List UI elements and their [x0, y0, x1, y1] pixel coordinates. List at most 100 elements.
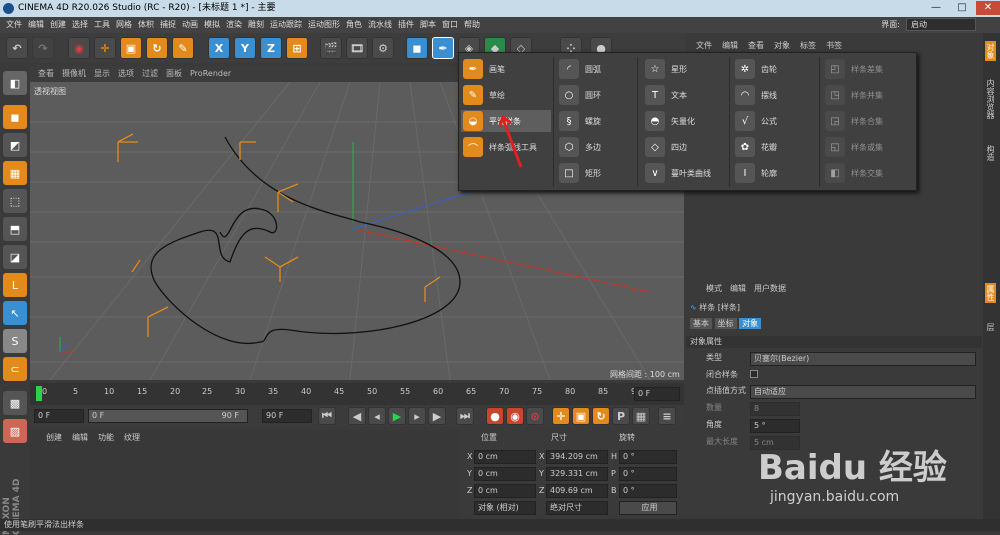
- size-y-field[interactable]: 329.331 cm: [546, 467, 608, 481]
- make-editable-icon[interactable]: ◧: [3, 71, 27, 95]
- minimize-button[interactable]: —: [924, 1, 948, 15]
- viewport-menu-prorender[interactable]: ProRender: [190, 69, 231, 78]
- viewport-menu-panel[interactable]: 面板: [166, 69, 182, 78]
- position-key-icon[interactable]: ✛: [552, 407, 570, 425]
- size-mode-select[interactable]: 绝对尺寸: [546, 501, 608, 515]
- menu-pipeline[interactable]: 流水线: [368, 20, 392, 29]
- magnet-icon[interactable]: ⊂: [3, 357, 27, 381]
- rotate-icon[interactable]: ↻: [146, 37, 168, 59]
- scale-key-icon[interactable]: ▣: [572, 407, 590, 425]
- menu-window[interactable]: 窗口: [442, 20, 458, 29]
- popup-spline-intersect[interactable]: ◧ 样条交集: [825, 162, 883, 184]
- model-mode-icon[interactable]: ◼: [3, 105, 27, 129]
- param-key-icon[interactable]: P: [612, 407, 630, 425]
- object-menu-file[interactable]: 文件: [696, 41, 712, 50]
- interpolation-select[interactable]: 自动适应: [750, 385, 976, 399]
- planar-workplane-icon[interactable]: ▨: [3, 419, 27, 443]
- popup-pen[interactable]: ✒ 画笔: [463, 58, 505, 80]
- popup-profile[interactable]: I 轮廓: [735, 162, 777, 184]
- cube-icon[interactable]: ◼: [406, 37, 428, 59]
- size-z-field[interactable]: 409.69 cm: [546, 484, 608, 498]
- position-y-field[interactable]: 0 cm: [474, 467, 536, 481]
- menu-snap[interactable]: 捕捉: [160, 20, 176, 29]
- timeline[interactable]: 051015202530354045505560657075808590 0 F: [30, 383, 684, 405]
- popup-4-side[interactable]: ◇ 四边: [645, 136, 687, 158]
- angle-field[interactable]: 5 °: [750, 419, 800, 433]
- maximize-button[interactable]: □: [950, 1, 974, 15]
- close-spline-checkbox[interactable]: [750, 370, 758, 378]
- popup-polygon[interactable]: ⬡ 多边: [559, 136, 601, 158]
- menu-mograph[interactable]: 运动图形: [308, 20, 340, 29]
- material-menu-create[interactable]: 创建: [46, 433, 62, 442]
- record-icon[interactable]: ●: [486, 407, 504, 425]
- z-axis-lock-button[interactable]: Z: [260, 37, 282, 59]
- rotation-h-field[interactable]: 0 °: [619, 450, 677, 464]
- popup-circle[interactable]: ○ 圆环: [559, 84, 601, 106]
- render-settings-icon[interactable]: ⚙: [372, 37, 394, 59]
- attr-menu-mode[interactable]: 模式: [706, 284, 722, 293]
- material-menu-edit[interactable]: 编辑: [72, 433, 88, 442]
- layout-select[interactable]: 启动: [906, 18, 976, 31]
- attr-menu-userdata[interactable]: 用户数据: [754, 284, 786, 293]
- tab-structure[interactable]: 构造: [985, 145, 996, 161]
- menu-render[interactable]: 渲染: [226, 20, 242, 29]
- tweak-mode-icon[interactable]: ↖: [3, 301, 27, 325]
- viewport-menu-view[interactable]: 查看: [38, 69, 54, 78]
- popup-rectangle[interactable]: □ 矩形: [559, 162, 601, 184]
- viewport-menu-cameras[interactable]: 摄像机: [62, 69, 86, 78]
- pla-key-icon[interactable]: ▦: [632, 407, 650, 425]
- object-menu-bookmarks[interactable]: 书签: [826, 41, 842, 50]
- popup-cycloid[interactable]: ◠ 摆线: [735, 84, 777, 106]
- menu-volume[interactable]: 体积: [138, 20, 154, 29]
- tab-basic[interactable]: 基本: [690, 318, 712, 329]
- menu-select[interactable]: 选择: [72, 20, 88, 29]
- timeline-menu-icon[interactable]: ≡: [658, 407, 676, 425]
- end-frame-field[interactable]: 90 F: [262, 409, 312, 423]
- menu-animate[interactable]: 动画: [182, 20, 198, 29]
- redo-icon[interactable]: ↷: [32, 37, 54, 59]
- object-menu-view[interactable]: 查看: [748, 41, 764, 50]
- menu-plugins[interactable]: 插件: [398, 20, 414, 29]
- points-mode-icon[interactable]: ⬚: [3, 189, 27, 213]
- render-view-icon[interactable]: 🎬: [320, 37, 342, 59]
- workplane-icon[interactable]: ▦: [3, 161, 27, 185]
- menu-character[interactable]: 角色: [346, 20, 362, 29]
- render-picture-viewer-icon[interactable]: 🎞: [346, 37, 368, 59]
- object-menu-objects[interactable]: 对象: [774, 41, 790, 50]
- edges-mode-icon[interactable]: ⬒: [3, 217, 27, 241]
- menu-create[interactable]: 创建: [50, 20, 66, 29]
- next-frame-icon[interactable]: ▸: [408, 407, 426, 425]
- type-select[interactable]: 贝塞尔(Bezier): [750, 352, 976, 366]
- rotation-p-field[interactable]: 0 °: [619, 467, 677, 481]
- apply-button[interactable]: 应用: [619, 501, 677, 515]
- undo-icon[interactable]: ↶: [6, 37, 28, 59]
- lock-workplane-icon[interactable]: ▩: [3, 391, 27, 415]
- coordinate-system-icon[interactable]: ⊞: [286, 37, 308, 59]
- popup-spline-or[interactable]: ◱ 样条或集: [825, 136, 883, 158]
- popup-vectorizer[interactable]: ◓ 矢量化: [645, 110, 695, 132]
- previous-frame-icon[interactable]: ◂: [368, 407, 386, 425]
- live-select-icon[interactable]: ◉: [68, 37, 90, 59]
- rotation-key-icon[interactable]: ↻: [592, 407, 610, 425]
- position-x-field[interactable]: 0 cm: [474, 450, 536, 464]
- recent-tool-icon[interactable]: ✎: [172, 37, 194, 59]
- size-x-field[interactable]: 394.209 cm: [546, 450, 608, 464]
- y-axis-lock-button[interactable]: Y: [234, 37, 256, 59]
- viewport-menu-display[interactable]: 显示: [94, 69, 110, 78]
- popup-spline-subtract[interactable]: ◰ 样条差集: [825, 58, 883, 80]
- menu-sculpt[interactable]: 雕刻: [248, 20, 264, 29]
- menu-simulate[interactable]: 模拟: [204, 20, 220, 29]
- autokey-icon[interactable]: ◉: [506, 407, 524, 425]
- frame-range-slider[interactable]: 0 F 90 F: [88, 409, 248, 423]
- menu-file[interactable]: 文件: [6, 20, 22, 29]
- menu-tools[interactable]: 工具: [94, 20, 110, 29]
- object-menu-edit[interactable]: 编辑: [722, 41, 738, 50]
- menu-script[interactable]: 脚本: [420, 20, 436, 29]
- start-frame-field[interactable]: 0 F: [34, 409, 84, 423]
- viewport-menu-filter[interactable]: 过滤: [142, 69, 158, 78]
- popup-star[interactable]: ☆ 星形: [645, 58, 687, 80]
- menu-mesh[interactable]: 网格: [116, 20, 132, 29]
- popup-spline-and[interactable]: ◲ 样条合集: [825, 110, 883, 132]
- x-axis-lock-button[interactable]: X: [208, 37, 230, 59]
- position-z-field[interactable]: 0 cm: [474, 484, 536, 498]
